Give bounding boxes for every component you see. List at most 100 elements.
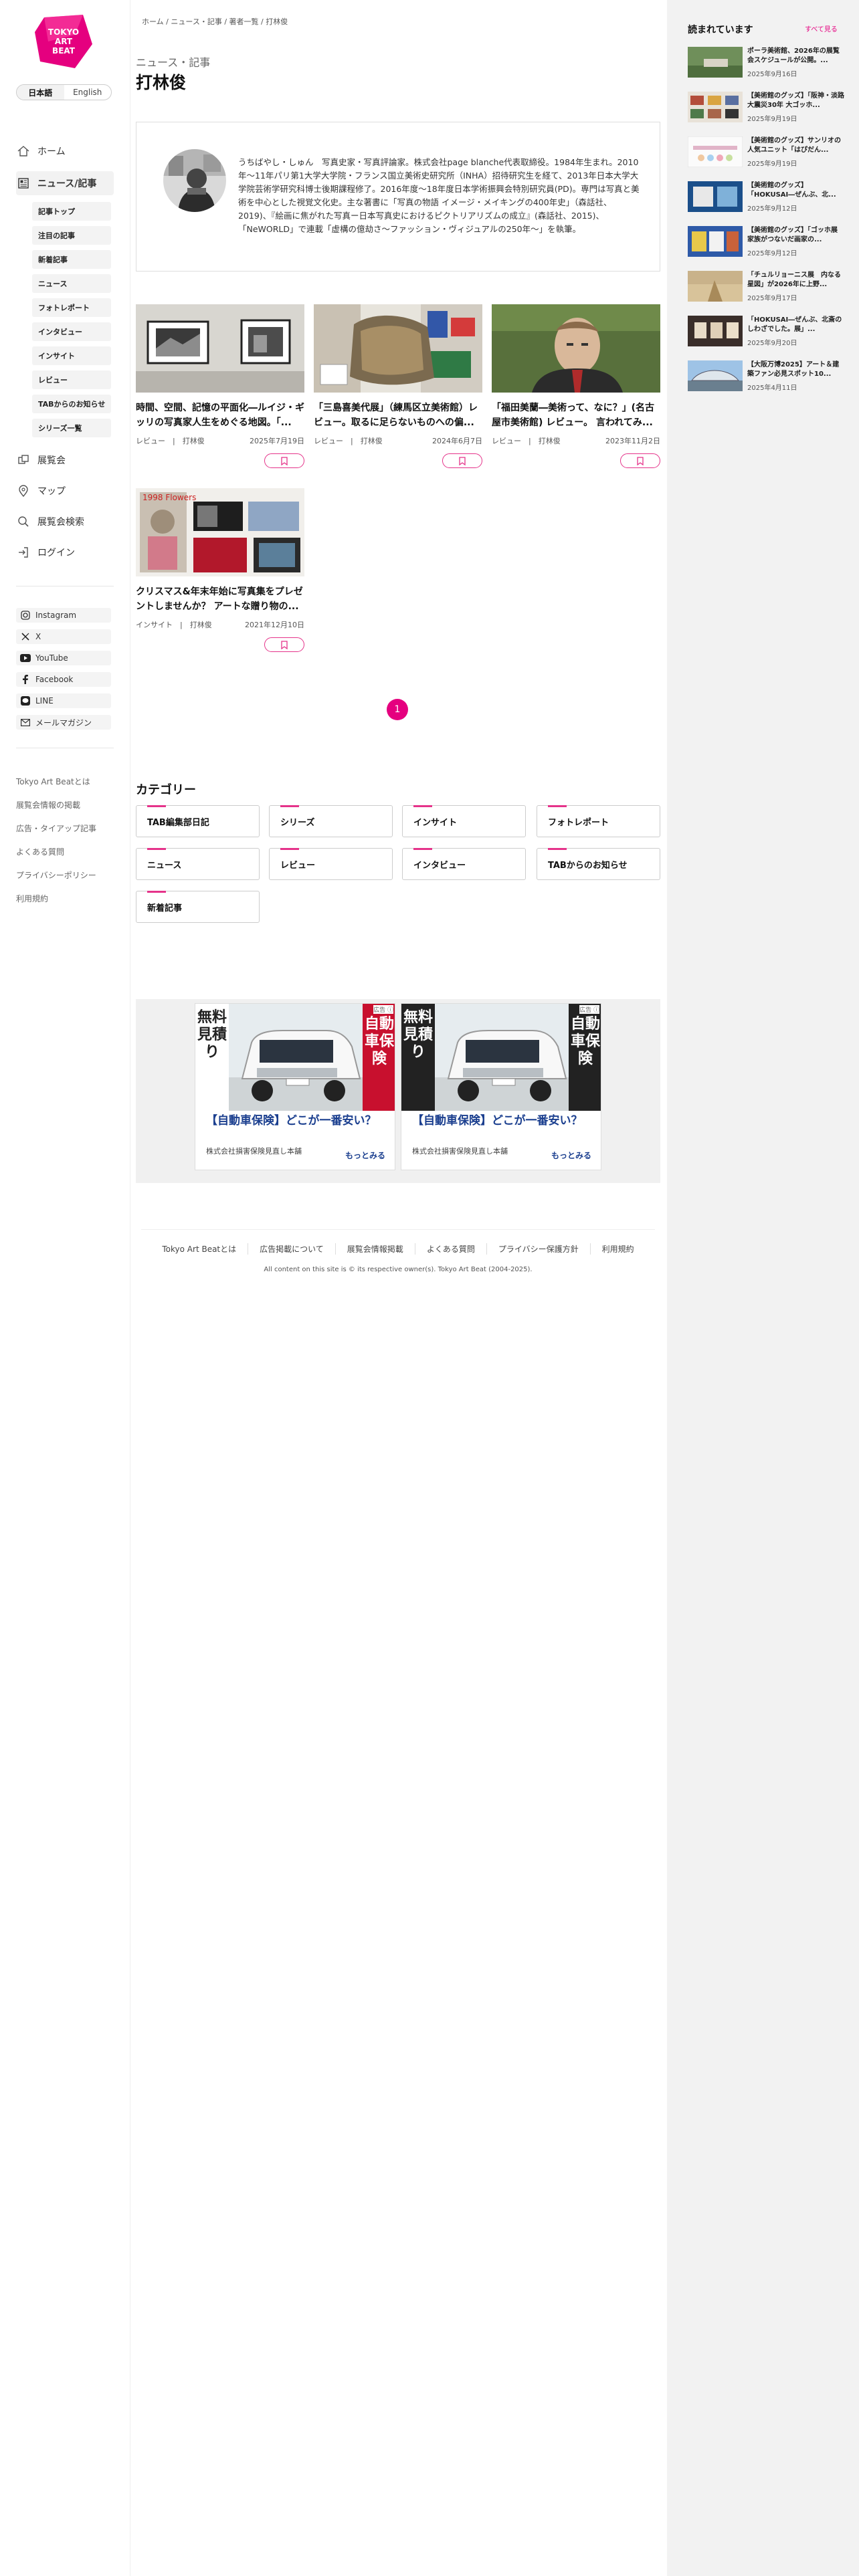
popular-title[interactable]: 【美術館のグッズ】「ゴッホ展 家族がつないだ画家の...	[747, 226, 844, 245]
popular-thumbnail[interactable]	[688, 92, 743, 122]
popular-item[interactable]: 【美術館のグッズ】「ゴッホ展 家族がつないだ画家の... 2025年9月12日	[688, 226, 846, 258]
article-thumbnail[interactable]	[136, 304, 304, 393]
article-thumbnail[interactable]	[314, 304, 482, 393]
bookmark-button[interactable]	[264, 637, 304, 652]
popular-item[interactable]: 「HOKUSAI―ぜんぶ、北斎のしわざでした。展」... 2025年9月20日	[688, 316, 846, 348]
article-thumbnail[interactable]	[492, 304, 660, 393]
bookmark-button[interactable]	[442, 453, 482, 468]
popular-thumbnail[interactable]	[688, 360, 743, 391]
social-newsletter-link[interactable]: メールマガジン	[16, 715, 111, 730]
category-link[interactable]: TABからのお知らせ	[537, 848, 660, 880]
footer-link[interactable]: よくある質問	[415, 1243, 487, 1255]
subnav-item[interactable]: 記事トップ	[32, 202, 111, 221]
article-title[interactable]: 時間、空間、記憶の平面化―ルイジ・ギッリの写真家人生をめぐる地図。「...	[136, 401, 304, 430]
popular-title[interactable]: 「HOKUSAI―ぜんぶ、北斎のしわざでした。展」...	[747, 316, 844, 334]
popular-thumbnail[interactable]	[688, 47, 743, 78]
sidebar-footer-link[interactable]: 利用規約	[16, 893, 116, 905]
subnav-item[interactable]: インサイト	[32, 346, 111, 365]
popular-thumbnail[interactable]	[688, 181, 743, 212]
footer-link[interactable]: 展覧会情報掲載	[336, 1243, 415, 1255]
article-card[interactable]: 「福田美蘭―美術って、なに？」(名古屋市美術館) レビュー。 言われてみ... …	[492, 304, 660, 468]
subnav-item[interactable]: 注目の記事	[32, 226, 111, 245]
sidebar-footer-link[interactable]: 広告・タイアップ記事	[16, 823, 116, 835]
category-link[interactable]: インサイト	[402, 805, 526, 837]
social-facebook-link[interactable]: Facebook	[16, 672, 111, 687]
article-card[interactable]: 1998 Flowers クリスマス&年末年始に写真集をプレゼントしませんか？ …	[136, 488, 304, 652]
social-x-link[interactable]: X	[16, 629, 111, 644]
social-youtube-link[interactable]: YouTube	[16, 651, 111, 665]
popular-item[interactable]: 【美術館のグッズ】「阪神・淡路大震災30年 大ゴッホ... 2025年9月19日	[688, 92, 846, 124]
nav-home[interactable]: ホーム	[16, 139, 114, 163]
category-link[interactable]: ニュース	[136, 848, 260, 880]
social-instagram-link[interactable]: Instagram	[16, 608, 111, 623]
ad-more-button[interactable]: もっとみる	[551, 1150, 591, 1161]
breadcrumb[interactable]: ホーム / ニュース・記事 / 著者一覧 / 打林俊	[142, 16, 288, 27]
nav-login[interactable]: ログイン	[16, 540, 114, 564]
popular-item[interactable]: 【美術館のグッズ】「HOKUSAI―ぜんぶ、北... 2025年9月12日	[688, 181, 846, 213]
popular-thumbnail[interactable]	[688, 226, 743, 257]
footer-link[interactable]: プライバシー保護方針	[487, 1243, 591, 1255]
subnav-item[interactable]: TABからのお知らせ	[32, 395, 111, 413]
nav-map[interactable]: マップ	[16, 479, 114, 503]
article-title[interactable]: 「三島喜美代展」（練馬区立美術館）レビュー。取るに足らないものへの偏...	[314, 401, 482, 430]
article-category[interactable]: レビュー	[314, 437, 343, 445]
subnav-item[interactable]: ニュース	[32, 274, 111, 293]
article-author[interactable]: 打林俊	[361, 437, 383, 445]
popular-title[interactable]: 「チュルリョーニス展 内なる星図」が2026年に上野...	[747, 271, 844, 290]
article-category[interactable]: レビュー	[492, 437, 521, 445]
article-author[interactable]: 打林俊	[183, 437, 205, 445]
article-category[interactable]: インサイト	[136, 621, 173, 629]
article-title[interactable]: 「福田美蘭―美術って、なに？」(名古屋市美術館) レビュー。 言われてみ...	[492, 401, 660, 430]
article-author[interactable]: 打林俊	[539, 437, 561, 445]
tokyo-art-beat-logo[interactable]: TOKYO ART BEAT	[35, 15, 92, 68]
article-card[interactable]: 時間、空間、記憶の平面化―ルイジ・ギッリの写真家人生をめぐる地図。「... レビ…	[136, 304, 304, 468]
popular-item[interactable]: 【美術館のグッズ】サンリオの人気ユニット「はぴだん... 2025年9月19日	[688, 136, 846, 169]
category-link[interactable]: フォトレポート	[537, 805, 660, 837]
nav-exhibitions[interactable]: 展覧会	[16, 448, 114, 472]
social-line-link[interactable]: LINE	[16, 693, 111, 708]
subnav-item[interactable]: 新着記事	[32, 250, 111, 269]
subnav-item[interactable]: レビュー	[32, 370, 111, 389]
popular-thumbnail[interactable]	[688, 271, 743, 302]
popular-title[interactable]: 【美術館のグッズ】「HOKUSAI―ぜんぶ、北...	[747, 181, 844, 200]
pagination-page-1[interactable]: 1	[387, 699, 408, 720]
article-thumbnail[interactable]: 1998 Flowers	[136, 488, 304, 576]
bookmark-button[interactable]	[264, 453, 304, 468]
ad-headline[interactable]: 【自動車保険】どこが一番安い？	[412, 1113, 597, 1128]
subnav-item[interactable]: インタビュー	[32, 322, 111, 341]
subnav-item[interactable]: シリーズ一覧	[32, 419, 111, 437]
subnav-item[interactable]: フォトレポート	[32, 298, 111, 317]
see-all-link[interactable]: すべて見る	[805, 23, 838, 33]
bookmark-button[interactable]	[620, 453, 660, 468]
ad-more-button[interactable]: もっとみる	[345, 1150, 385, 1161]
article-author[interactable]: 打林俊	[190, 621, 212, 629]
category-link[interactable]: レビュー	[269, 848, 393, 880]
footer-link[interactable]: 利用規約	[591, 1243, 646, 1255]
article-category[interactable]: レビュー	[136, 437, 165, 445]
ad-headline[interactable]: 【自動車保険】どこが一番安い？	[206, 1113, 391, 1128]
footer-link[interactable]: 広告掲載について	[248, 1243, 336, 1255]
footer-link[interactable]: Tokyo Art Beatとは	[151, 1243, 249, 1255]
popular-thumbnail[interactable]	[688, 316, 743, 346]
article-card[interactable]: 「三島喜美代展」（練馬区立美術館）レビュー。取るに足らないものへの偏... レビ…	[314, 304, 482, 468]
ad-banner[interactable]: 無料見積り 自動車保険 広告 ⓘ 【自動車保険】どこが一番安い？ 株式会社損害保…	[195, 1003, 395, 1170]
popular-title[interactable]: 【美術館のグッズ】「阪神・淡路大震災30年 大ゴッホ...	[747, 92, 844, 110]
category-link[interactable]: シリーズ	[269, 805, 393, 837]
sidebar-footer-link[interactable]: Tokyo Art Beatとは	[16, 776, 116, 788]
sidebar-footer-link[interactable]: プライバシーポリシー	[16, 869, 116, 881]
popular-thumbnail[interactable]	[688, 136, 743, 167]
article-title[interactable]: クリスマス&年末年始に写真集をプレゼントしませんか？ アートな贈り物の...	[136, 584, 304, 614]
nav-news[interactable]: ニュース/記事	[16, 171, 114, 195]
ad-badge[interactable]: 広告 ⓘ	[373, 1005, 393, 1014]
category-link[interactable]: TAB編集部日記	[136, 805, 260, 837]
popular-title[interactable]: 【大阪万博2025】アート＆建築ファン必見スポット10...	[747, 360, 844, 379]
nav-search[interactable]: 展覧会検索	[16, 510, 114, 534]
popular-title[interactable]: 【美術館のグッズ】サンリオの人気ユニット「はぴだん...	[747, 136, 844, 155]
ad-image[interactable]: 無料見積り 自動車保険 広告 ⓘ	[195, 1004, 395, 1111]
ad-badge[interactable]: 広告 ⓘ	[579, 1005, 599, 1014]
ad-banner[interactable]: 無料見積り 自動車保険 広告 ⓘ 【自動車保険】どこが一番安い？ 株式会社損害保…	[401, 1003, 601, 1170]
sidebar-footer-link[interactable]: よくある質問	[16, 846, 116, 858]
popular-item[interactable]: 【大阪万博2025】アート＆建築ファン必見スポット10... 2025年4月11…	[688, 360, 846, 393]
popular-item[interactable]: 「チュルリョーニス展 内なる星図」が2026年に上野... 2025年9月17日	[688, 271, 846, 303]
sidebar-footer-link[interactable]: 展覧会情報の掲載	[16, 799, 116, 811]
